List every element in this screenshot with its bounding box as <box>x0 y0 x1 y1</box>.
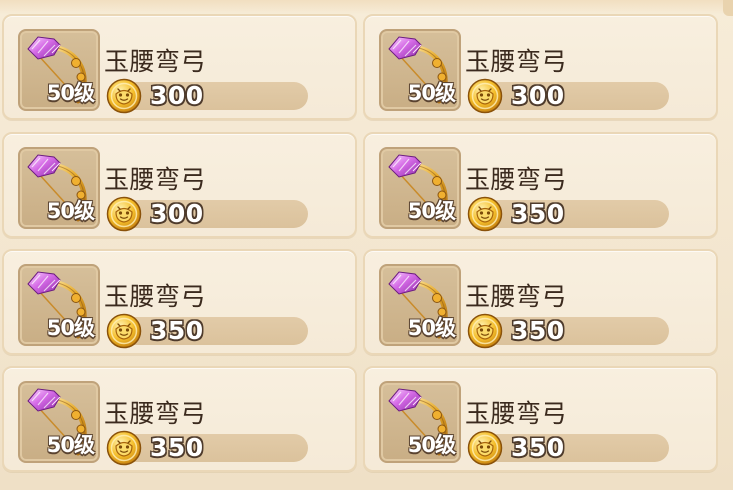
item-name: 玉腰弯弓 <box>465 165 568 194</box>
gold-coin-icon <box>467 313 503 349</box>
price-bar <box>477 82 669 110</box>
item-slot[interactable]: 50级 <box>379 381 461 463</box>
panel-top-edge <box>0 0 733 14</box>
item-card[interactable]: 50级 玉腰弯弓 350 <box>363 132 718 238</box>
item-price: 300 <box>511 81 565 110</box>
item-slot[interactable]: 50级 <box>379 264 461 346</box>
item-level: 50级 <box>46 81 95 105</box>
item-name: 玉腰弯弓 <box>104 399 207 428</box>
shop-panel: 50级 玉腰弯弓 300 50级 玉腰弯弓 300 50级 玉腰弯弓 300 5… <box>0 0 733 490</box>
gold-coin-icon <box>467 196 503 232</box>
item-slot[interactable]: 50级 <box>18 381 100 463</box>
gold-coin-icon <box>106 78 142 114</box>
item-card[interactable]: 50级 玉腰弯弓 350 <box>363 366 718 472</box>
price-bar <box>477 434 669 462</box>
item-card[interactable]: 50级 玉腰弯弓 350 <box>363 249 718 355</box>
item-card[interactable]: 50级 玉腰弯弓 350 <box>2 366 357 472</box>
item-card[interactable]: 50级 玉腰弯弓 300 <box>2 14 357 120</box>
item-level: 50级 <box>407 316 456 340</box>
price-bar <box>116 434 308 462</box>
item-price: 300 <box>150 199 204 228</box>
item-grid: 50级 玉腰弯弓 300 50级 玉腰弯弓 300 50级 玉腰弯弓 300 5… <box>2 14 722 490</box>
item-name: 玉腰弯弓 <box>465 47 568 76</box>
item-level: 50级 <box>46 316 95 340</box>
item-card[interactable]: 50级 玉腰弯弓 350 <box>2 249 357 355</box>
item-name: 玉腰弯弓 <box>465 282 568 311</box>
item-name: 玉腰弯弓 <box>104 165 207 194</box>
item-slot[interactable]: 50级 <box>18 29 100 111</box>
item-slot[interactable]: 50级 <box>18 147 100 229</box>
item-card[interactable]: 50级 玉腰弯弓 300 <box>363 14 718 120</box>
item-level: 50级 <box>46 199 95 223</box>
price-bar <box>116 200 308 228</box>
item-price: 350 <box>511 316 565 345</box>
item-price: 350 <box>150 433 204 462</box>
item-name: 玉腰弯弓 <box>465 399 568 428</box>
price-bar <box>116 82 308 110</box>
item-price: 350 <box>511 433 565 462</box>
gold-coin-icon <box>106 313 142 349</box>
item-slot[interactable]: 50级 <box>18 264 100 346</box>
item-price: 350 <box>511 199 565 228</box>
item-name: 玉腰弯弓 <box>104 47 207 76</box>
item-card[interactable]: 50级 玉腰弯弓 300 <box>2 132 357 238</box>
item-price: 300 <box>150 81 204 110</box>
gold-coin-icon <box>106 196 142 232</box>
item-slot[interactable]: 50级 <box>379 29 461 111</box>
gold-coin-icon <box>467 430 503 466</box>
item-level: 50级 <box>407 81 456 105</box>
item-level: 50级 <box>407 199 456 223</box>
gold-coin-icon <box>467 78 503 114</box>
item-slot[interactable]: 50级 <box>379 147 461 229</box>
price-bar <box>477 317 669 345</box>
item-level: 50级 <box>46 433 95 457</box>
price-bar <box>477 200 669 228</box>
item-level: 50级 <box>407 433 456 457</box>
item-name: 玉腰弯弓 <box>104 282 207 311</box>
scrollbar-handle[interactable] <box>723 0 733 16</box>
item-price: 350 <box>150 316 204 345</box>
gold-coin-icon <box>106 430 142 466</box>
price-bar <box>116 317 308 345</box>
